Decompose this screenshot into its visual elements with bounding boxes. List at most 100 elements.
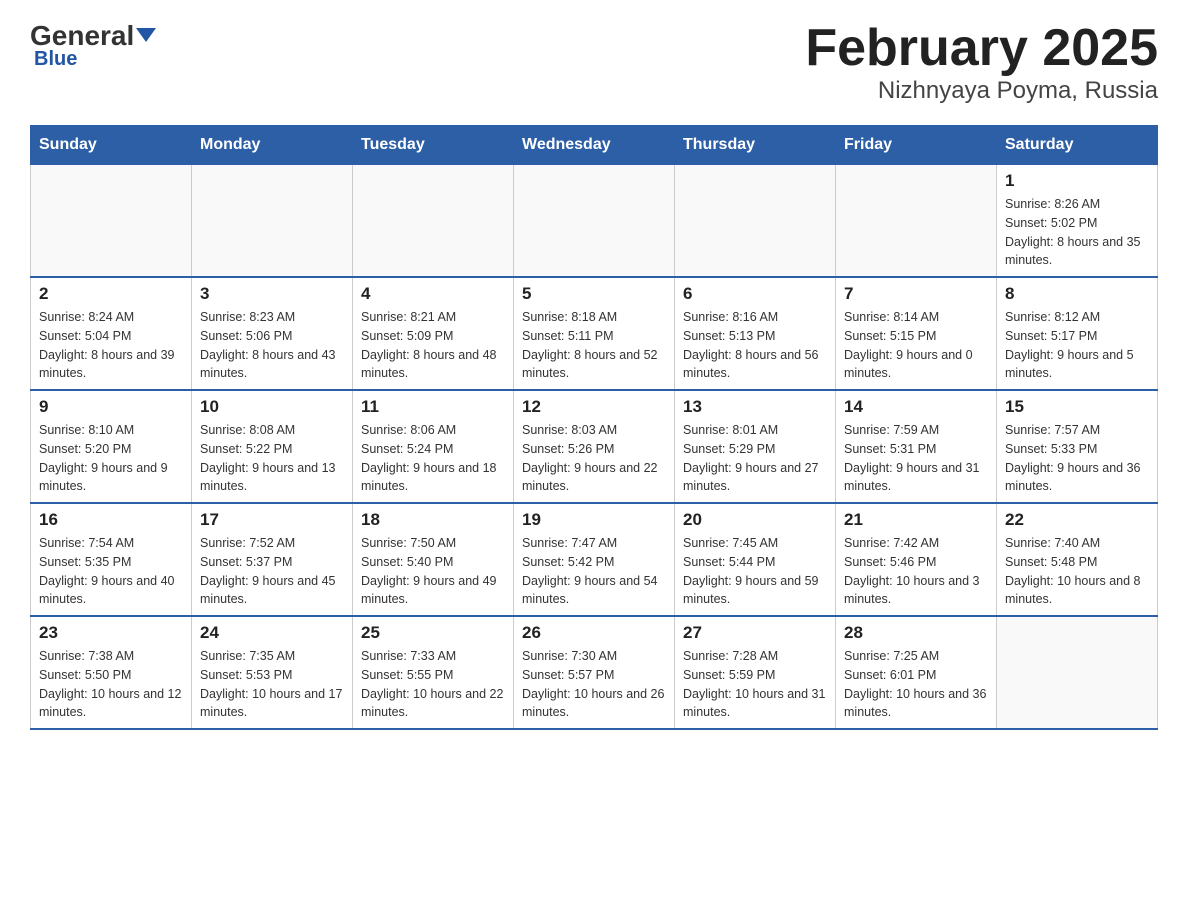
day-info: Sunrise: 7:30 AMSunset: 5:57 PMDaylight:… (522, 647, 666, 722)
calendar-cell (192, 165, 353, 278)
day-number: 17 (200, 510, 344, 530)
day-info: Sunrise: 8:24 AMSunset: 5:04 PMDaylight:… (39, 308, 183, 383)
week-row-3: 9 Sunrise: 8:10 AMSunset: 5:20 PMDaylight… (31, 390, 1158, 503)
day-number: 8 (1005, 284, 1149, 304)
calendar-cell: 26 Sunrise: 7:30 AMSunset: 5:57 PMDayligh… (514, 616, 675, 729)
day-info: Sunrise: 7:35 AMSunset: 5:53 PMDaylight:… (200, 647, 344, 722)
calendar-cell: 6 Sunrise: 8:16 AMSunset: 5:13 PMDaylight… (675, 277, 836, 390)
day-number: 9 (39, 397, 183, 417)
day-info: Sunrise: 8:03 AMSunset: 5:26 PMDaylight:… (522, 421, 666, 496)
weekday-header-sunday: Sunday (31, 126, 192, 165)
day-number: 12 (522, 397, 666, 417)
calendar-cell: 24 Sunrise: 7:35 AMSunset: 5:53 PMDayligh… (192, 616, 353, 729)
calendar-cell: 19 Sunrise: 7:47 AMSunset: 5:42 PMDayligh… (514, 503, 675, 616)
calendar-cell: 5 Sunrise: 8:18 AMSunset: 5:11 PMDaylight… (514, 277, 675, 390)
calendar-cell (997, 616, 1158, 729)
day-info: Sunrise: 7:38 AMSunset: 5:50 PMDaylight:… (39, 647, 183, 722)
calendar-cell: 7Sunrise: 8:14 AMSunset: 5:15 PMDaylight… (836, 277, 997, 390)
day-info: Sunrise: 8:10 AMSunset: 5:20 PMDaylight:… (39, 421, 183, 496)
day-number: 26 (522, 623, 666, 643)
calendar-cell: 25 Sunrise: 7:33 AMSunset: 5:55 PMDayligh… (353, 616, 514, 729)
calendar-cell: 1Sunrise: 8:26 AMSunset: 5:02 PMDaylight… (997, 165, 1158, 278)
day-info: Sunrise: 8:16 AMSunset: 5:13 PMDaylight:… (683, 308, 827, 383)
calendar-cell: 8Sunrise: 8:12 AMSunset: 5:17 PMDaylight… (997, 277, 1158, 390)
day-number: 5 (522, 284, 666, 304)
calendar-body: 1Sunrise: 8:26 AMSunset: 5:02 PMDaylight… (31, 165, 1158, 730)
page-header: General Blue February 2025 Nizhnyaya Poy… (30, 20, 1158, 105)
calendar-cell: 12 Sunrise: 8:03 AMSunset: 5:26 PMDayligh… (514, 390, 675, 503)
calendar-cell: 23Sunrise: 7:38 AMSunset: 5:50 PMDayligh… (31, 616, 192, 729)
day-number: 14 (844, 397, 988, 417)
calendar-cell: 9 Sunrise: 8:10 AMSunset: 5:20 PMDaylight… (31, 390, 192, 503)
day-number: 13 (683, 397, 827, 417)
day-info: Sunrise: 8:18 AMSunset: 5:11 PMDaylight:… (522, 308, 666, 383)
calendar-table: SundayMondayTuesdayWednesdayThursdayFrid… (30, 125, 1158, 730)
day-number: 15 (1005, 397, 1149, 417)
weekday-header-friday: Friday (836, 126, 997, 165)
calendar-cell: 20 Sunrise: 7:45 AMSunset: 5:44 PMDayligh… (675, 503, 836, 616)
calendar-cell (31, 165, 192, 278)
day-info: Sunrise: 8:26 AMSunset: 5:02 PMDaylight:… (1005, 195, 1149, 270)
day-number: 22 (1005, 510, 1149, 530)
week-row-4: 16 Sunrise: 7:54 AMSunset: 5:35 PMDayligh… (31, 503, 1158, 616)
logo-triangle-icon (136, 28, 156, 42)
calendar-cell: 10 Sunrise: 8:08 AMSunset: 5:22 PMDayligh… (192, 390, 353, 503)
calendar-cell: 27 Sunrise: 7:28 AMSunset: 5:59 PMDayligh… (675, 616, 836, 729)
day-info: Sunrise: 8:08 AMSunset: 5:22 PMDaylight:… (200, 421, 344, 496)
calendar-cell: 22 Sunrise: 7:40 AMSunset: 5:48 PMDayligh… (997, 503, 1158, 616)
day-number: 6 (683, 284, 827, 304)
day-number: 28 (844, 623, 988, 643)
day-info: Sunrise: 7:47 AMSunset: 5:42 PMDaylight:… (522, 534, 666, 609)
week-row-5: 23Sunrise: 7:38 AMSunset: 5:50 PMDayligh… (31, 616, 1158, 729)
calendar-cell: 17 Sunrise: 7:52 AMSunset: 5:37 PMDayligh… (192, 503, 353, 616)
weekday-header-thursday: Thursday (675, 126, 836, 165)
calendar-cell: 3 Sunrise: 8:23 AMSunset: 5:06 PMDaylight… (192, 277, 353, 390)
calendar-cell: 13 Sunrise: 8:01 AMSunset: 5:29 PMDayligh… (675, 390, 836, 503)
day-info: Sunrise: 7:52 AMSunset: 5:37 PMDaylight:… (200, 534, 344, 609)
weekday-header-monday: Monday (192, 126, 353, 165)
day-info: Sunrise: 7:45 AMSunset: 5:44 PMDaylight:… (683, 534, 827, 609)
day-info: Sunrise: 7:50 AMSunset: 5:40 PMDaylight:… (361, 534, 505, 609)
page-subtitle: Nizhnyaya Poyma, Russia (805, 77, 1158, 105)
week-row-1: 1Sunrise: 8:26 AMSunset: 5:02 PMDaylight… (31, 165, 1158, 278)
calendar-cell (514, 165, 675, 278)
logo: General Blue (30, 20, 156, 71)
day-number: 20 (683, 510, 827, 530)
logo-subtitle: Blue (34, 48, 77, 71)
day-info: Sunrise: 7:40 AMSunset: 5:48 PMDaylight:… (1005, 534, 1149, 609)
day-number: 10 (200, 397, 344, 417)
day-info: Sunrise: 7:42 AMSunset: 5:46 PMDaylight:… (844, 534, 988, 609)
day-number: 2 (39, 284, 183, 304)
day-info: Sunrise: 8:06 AMSunset: 5:24 PMDaylight:… (361, 421, 505, 496)
day-info: Sunrise: 8:21 AMSunset: 5:09 PMDaylight:… (361, 308, 505, 383)
page-title: February 2025 (805, 20, 1158, 77)
day-info: Sunrise: 7:25 AMSunset: 6:01 PMDaylight:… (844, 647, 988, 722)
day-number: 19 (522, 510, 666, 530)
day-number: 27 (683, 623, 827, 643)
day-info: Sunrise: 8:01 AMSunset: 5:29 PMDaylight:… (683, 421, 827, 496)
day-number: 3 (200, 284, 344, 304)
day-info: Sunrise: 7:33 AMSunset: 5:55 PMDaylight:… (361, 647, 505, 722)
week-row-2: 2 Sunrise: 8:24 AMSunset: 5:04 PMDaylight… (31, 277, 1158, 390)
day-number: 25 (361, 623, 505, 643)
calendar-header: SundayMondayTuesdayWednesdayThursdayFrid… (31, 126, 1158, 165)
day-info: Sunrise: 7:57 AMSunset: 5:33 PMDaylight:… (1005, 421, 1149, 496)
day-number: 11 (361, 397, 505, 417)
day-info: Sunrise: 8:23 AMSunset: 5:06 PMDaylight:… (200, 308, 344, 383)
day-number: 21 (844, 510, 988, 530)
calendar-cell (353, 165, 514, 278)
calendar-cell: 28 Sunrise: 7:25 AMSunset: 6:01 PMDayligh… (836, 616, 997, 729)
day-number: 24 (200, 623, 344, 643)
day-info: Sunrise: 7:28 AMSunset: 5:59 PMDaylight:… (683, 647, 827, 722)
calendar-cell: 21 Sunrise: 7:42 AMSunset: 5:46 PMDayligh… (836, 503, 997, 616)
day-info: Sunrise: 7:54 AMSunset: 5:35 PMDaylight:… (39, 534, 183, 609)
day-info: Sunrise: 7:59 AMSunset: 5:31 PMDaylight:… (844, 421, 988, 496)
weekday-header-saturday: Saturday (997, 126, 1158, 165)
calendar-cell (675, 165, 836, 278)
calendar-cell: 2 Sunrise: 8:24 AMSunset: 5:04 PMDaylight… (31, 277, 192, 390)
day-number: 16 (39, 510, 183, 530)
title-block: February 2025 Nizhnyaya Poyma, Russia (805, 20, 1158, 105)
weekday-header-wednesday: Wednesday (514, 126, 675, 165)
calendar-cell: 4 Sunrise: 8:21 AMSunset: 5:09 PMDaylight… (353, 277, 514, 390)
day-number: 4 (361, 284, 505, 304)
